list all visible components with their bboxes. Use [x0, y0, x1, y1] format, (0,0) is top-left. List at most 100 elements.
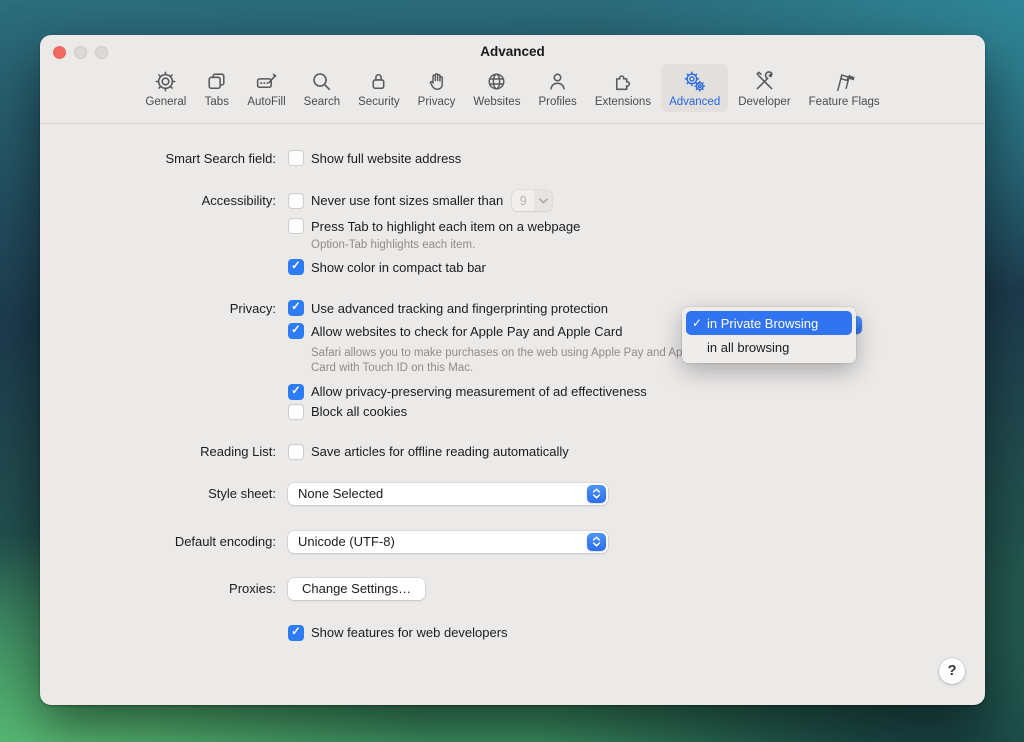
ad-measurement-checkbox[interactable]: Allow privacy-preserving measurement of … [288, 384, 647, 400]
checkbox-label: Show features for web developers [311, 625, 508, 640]
style-sheet-select[interactable]: None Selected [288, 483, 608, 505]
tab-extensions[interactable]: Extensions [587, 64, 659, 112]
hand-icon [424, 69, 449, 94]
tab-label: AutoFill [247, 96, 285, 108]
tab-general[interactable]: General [137, 64, 194, 112]
default-encoding-label: Default encoding: [40, 534, 288, 549]
press-tab-checkbox[interactable]: Press Tab to highlight each item on a we… [288, 218, 580, 234]
updown-chevron-icon [587, 485, 606, 503]
checkbox-box[interactable] [288, 300, 304, 316]
privacy-label: Privacy: [40, 301, 288, 316]
tools-icon [752, 69, 777, 94]
min-font-size-value: 9 [512, 194, 534, 208]
settings-toolbar: General Tabs AutoFill Search Security Pr [40, 64, 985, 112]
checkbox-label: Show color in compact tab bar [311, 260, 486, 275]
show-full-address-checkbox[interactable]: Show full website address [288, 150, 461, 166]
safari-settings-window: Advanced General Tabs AutoFill Search Se… [40, 35, 985, 705]
tabs-icon [204, 69, 229, 94]
checkbox-label: Save articles for offline reading automa… [311, 444, 569, 459]
tab-label: Advanced [669, 96, 720, 108]
save-offline-checkbox[interactable]: Save articles for offline reading automa… [288, 444, 569, 460]
proxies-row: Proxies: Change Settings… [40, 578, 985, 600]
checkbox-box[interactable] [288, 193, 304, 209]
checkbox-label: Show full website address [311, 151, 461, 166]
search-icon [309, 69, 334, 94]
tab-search[interactable]: Search [296, 64, 348, 112]
flags-icon [832, 69, 857, 94]
smart-search-label: Smart Search field: [40, 151, 288, 166]
tab-label: Profiles [538, 96, 576, 108]
tab-label: Privacy [418, 96, 456, 108]
tab-label: Search [304, 96, 340, 108]
help-button[interactable]: ? [939, 658, 965, 684]
checkbox-box[interactable] [288, 384, 304, 400]
lock-icon [366, 69, 391, 94]
compact-tab-color-row: Show color in compact tab bar [40, 259, 985, 275]
menu-item-private-browsing[interactable]: ✓ in Private Browsing [686, 311, 852, 335]
tracking-protection-menu: ✓ in Private Browsing in all browsing [682, 307, 856, 363]
min-font-checkbox[interactable]: Never use font sizes smaller than [288, 193, 503, 209]
accessibility-label: Accessibility: [40, 193, 288, 208]
settings-content: Smart Search field: Show full website ad… [40, 150, 985, 641]
default-encoding-select[interactable]: Unicode (UTF-8) [288, 531, 608, 553]
accessibility-row: Accessibility: Never use font sizes smal… [40, 190, 985, 211]
menu-item-all-browsing[interactable]: in all browsing [686, 335, 852, 359]
tab-label: Developer [738, 96, 790, 108]
window-title: Advanced [40, 44, 985, 59]
tab-advanced[interactable]: Advanced [661, 64, 728, 112]
checkbox-label: Allow websites to check for Apple Pay an… [311, 324, 622, 339]
checkbox-box[interactable] [288, 404, 304, 420]
checkbox-label: Use advanced tracking and fingerprinting… [311, 301, 608, 316]
chevron-down-icon [534, 190, 552, 211]
default-encoding-value: Unicode (UTF-8) [298, 534, 395, 549]
checkbox-box[interactable] [288, 625, 304, 641]
puzzle-icon [610, 69, 635, 94]
checkbox-box[interactable] [288, 218, 304, 234]
compact-tab-color-checkbox[interactable]: Show color in compact tab bar [288, 259, 486, 275]
tab-websites[interactable]: Websites [465, 64, 528, 112]
tab-label: Websites [473, 96, 520, 108]
apple-pay-checkbox[interactable]: Allow websites to check for Apple Pay an… [288, 323, 622, 339]
menu-item-label: in all browsing [707, 340, 789, 355]
checkbox-box[interactable] [288, 150, 304, 166]
tab-label: Feature Flags [809, 96, 880, 108]
checkbox-box[interactable] [288, 323, 304, 339]
tab-profiles[interactable]: Profiles [530, 64, 584, 112]
checkbox-label: Never use font sizes smaller than [311, 193, 503, 208]
press-tab-subtext: Option-Tab highlights each item. [311, 238, 475, 253]
updown-chevron-icon [587, 533, 606, 551]
tab-autofill[interactable]: AutoFill [239, 64, 293, 112]
tracking-protection-checkbox[interactable]: Use advanced tracking and fingerprinting… [288, 300, 608, 316]
tab-feature-flags[interactable]: Feature Flags [801, 64, 888, 112]
min-font-size-select[interactable]: 9 [512, 190, 552, 211]
tab-tabs[interactable]: Tabs [196, 64, 237, 112]
checkbox-box[interactable] [288, 444, 304, 460]
checkbox-label: Allow privacy-preserving measurement of … [311, 384, 647, 399]
style-sheet-row: Style sheet: None Selected [40, 483, 985, 505]
tab-privacy[interactable]: Privacy [410, 64, 464, 112]
tab-developer[interactable]: Developer [730, 64, 798, 112]
tab-label: Tabs [205, 96, 229, 108]
block-cookies-checkbox[interactable]: Block all cookies [288, 404, 407, 420]
style-sheet-label: Style sheet: [40, 486, 288, 501]
apple-pay-subtext: Safari allows you to make purchases on t… [311, 346, 703, 376]
globe-icon [484, 69, 509, 94]
checkbox-box[interactable] [288, 259, 304, 275]
change-settings-button[interactable]: Change Settings… [288, 578, 425, 600]
autofill-icon [254, 69, 279, 94]
web-developer-row: Show features for web developers [40, 625, 985, 641]
press-tab-row: Press Tab to highlight each item on a we… [40, 218, 985, 234]
person-icon [545, 69, 570, 94]
reading-list-row: Reading List: Save articles for offline … [40, 444, 985, 460]
tab-security[interactable]: Security [350, 64, 408, 112]
tab-label: General [145, 96, 186, 108]
show-features-checkbox[interactable]: Show features for web developers [288, 625, 508, 641]
reading-list-label: Reading List: [40, 444, 288, 459]
window-header: Advanced General Tabs AutoFill Search Se… [40, 35, 985, 124]
block-cookies-row: Block all cookies [40, 404, 985, 420]
checkmark-icon: ✓ [692, 316, 707, 330]
style-sheet-value: None Selected [298, 486, 383, 501]
proxies-label: Proxies: [40, 581, 288, 596]
gears-icon [682, 69, 707, 94]
gear-icon [153, 69, 178, 94]
